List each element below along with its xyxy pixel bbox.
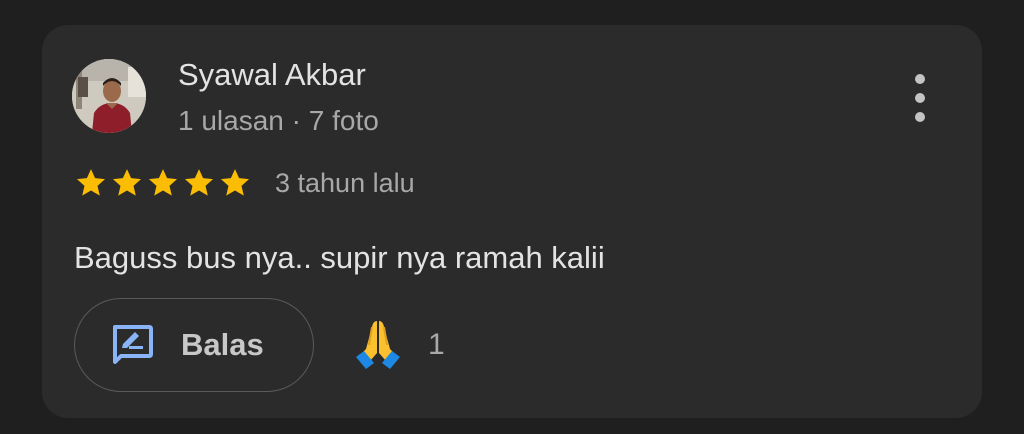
author-stats: 1 ulasan · 7 foto [178, 105, 379, 136]
star-icon [76, 169, 106, 196]
reaction-button[interactable]: 1 [348, 315, 445, 375]
reaction-count: 1 [428, 328, 445, 361]
review-time: 3 tahun lalu [275, 168, 415, 198]
reply-comment-icon [113, 325, 153, 364]
star-icon [184, 169, 214, 196]
author-avatar[interactable] [72, 59, 146, 133]
vertical-dots-icon [915, 74, 925, 122]
more-options-button[interactable] [902, 69, 938, 127]
reply-button[interactable]: Balas [74, 298, 314, 392]
reply-label: Balas [181, 327, 264, 362]
star-rating [74, 166, 252, 200]
person-photo-avatar [72, 59, 146, 133]
review-card: Syawal Akbar 1 ulasan · 7 foto 3 tahun l… [42, 25, 982, 418]
star-icon [148, 169, 178, 196]
star-icon [112, 169, 142, 196]
review-text: Baguss bus nya.. supir nya ramah kalii [74, 240, 605, 275]
author-name[interactable]: Syawal Akbar [178, 55, 366, 95]
rating-row: 3 tahun lalu [74, 165, 415, 201]
star-icon [220, 169, 250, 196]
folded-hands-icon [356, 321, 400, 369]
